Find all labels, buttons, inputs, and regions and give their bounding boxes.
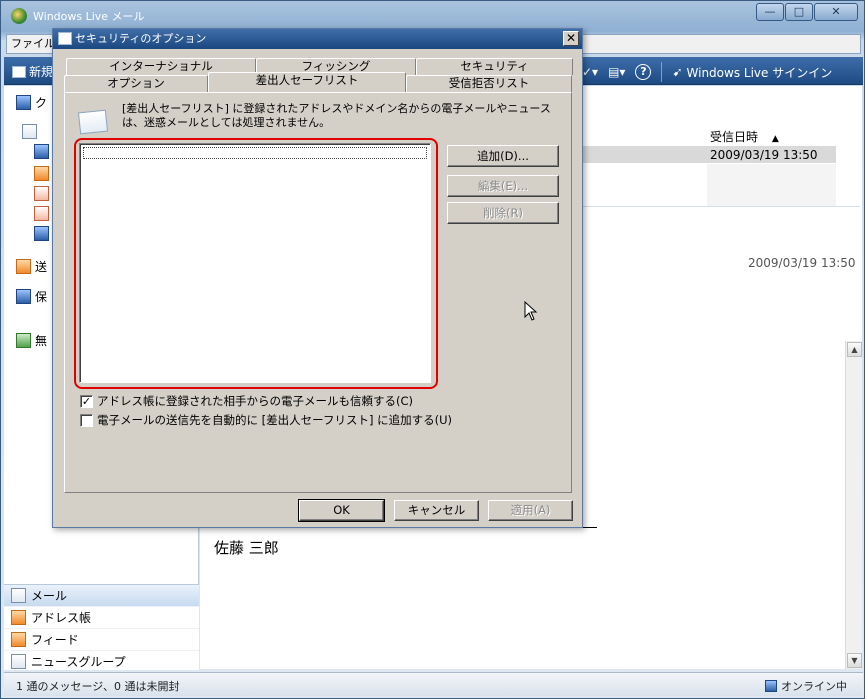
message-date: 2009/03/19 13:50 [710, 148, 818, 162]
preview-date: 2009/03/19 13:50 [748, 256, 856, 270]
menu-icon[interactable]: ▤▾ [608, 65, 625, 79]
status-online-label: オンライン中 [781, 680, 847, 693]
date-column-bg [707, 164, 836, 206]
date-column-header[interactable]: 受信日時 ▲ [710, 128, 779, 145]
account-row[interactable] [22, 124, 37, 139]
edit-button[interactable]: 編集(E)... [447, 175, 559, 197]
drafts-icon [34, 166, 49, 181]
envelope-icon [77, 109, 109, 135]
signin-button[interactable]: ➹ Windows Live サインイン [672, 64, 832, 81]
security-options-dialog: セキュリティのオプション ✕ インターナショナル フィッシング セキュリティ オ… [52, 28, 583, 528]
trust-contacts-checkbox[interactable]: ✓ [80, 394, 93, 408]
signin-icon: ➹ [672, 65, 683, 79]
add-icon [16, 333, 31, 348]
apply-button[interactable]: 適用(A) [488, 500, 573, 521]
computer-icon [16, 289, 31, 304]
dialog-close-button[interactable]: ✕ [563, 31, 579, 46]
mail-icon [11, 588, 26, 603]
safe-senders-list[interactable] [79, 143, 431, 383]
delete-button[interactable]: 削除(R) [447, 202, 559, 224]
scroll-down-icon[interactable]: ▼ [847, 653, 862, 668]
sort-arrow-icon: ▲ [771, 134, 779, 144]
auto-add-checkbox[interactable] [80, 413, 93, 427]
window-close-button[interactable]: ✕ [814, 3, 858, 21]
window-title: Windows Live メール [33, 10, 145, 23]
account-icon [22, 124, 37, 139]
rss-icon [11, 632, 26, 647]
outbox-icon [16, 259, 31, 274]
mouse-cursor-icon [524, 301, 538, 321]
safe-senders-panel: [差出人セーフリスト] に登録されたアドレスやドメイン名からの電子メールやニュー… [64, 92, 572, 493]
auto-add-row[interactable]: 電子メールの送信先を自動的に [差出人セーフリスト] に追加する(U) [80, 412, 452, 428]
cancel-button[interactable]: キャンセル [394, 500, 479, 521]
new-button[interactable]: 新規 [12, 63, 53, 80]
pencil-icon[interactable]: ✓▾ [582, 65, 598, 79]
date-header-label: 受信日時 [710, 130, 759, 144]
quick-views[interactable]: ク [16, 94, 47, 111]
nav-feeds[interactable]: フィード [4, 629, 199, 651]
tab-options[interactable]: オプション [64, 75, 208, 92]
junk-icon [34, 206, 49, 221]
new-mail-icon [12, 65, 26, 78]
preview-body-name: 佐藤 三郎 [214, 539, 279, 557]
nav-feeds-label: フィード [31, 633, 79, 647]
list-focus-row[interactable] [83, 147, 427, 159]
windows-logo-icon [11, 8, 27, 24]
toolbar-divider [661, 62, 663, 82]
scroll-up-icon[interactable]: ▲ [847, 342, 862, 357]
nav-contacts[interactable]: アドレス帳 [4, 607, 199, 629]
status-message-count: 1 通のメッセージ、0 通は未開封 [16, 680, 180, 693]
newsgroup-icon [11, 654, 26, 669]
add-account-label: 無 [35, 334, 48, 348]
nav-newsgroups[interactable]: ニュースグループ [4, 651, 199, 673]
window-titlebar: Windows Live メール [11, 7, 145, 25]
address-book-icon [11, 610, 26, 625]
safe-senders-description: [差出人セーフリスト] に登録されたアドレスやドメイン名からの電子メールやニュー… [122, 102, 551, 129]
new-button-label: 新規 [29, 65, 54, 79]
tab-blocked-senders[interactable]: 受信拒否リスト [406, 75, 572, 92]
quick-views-icon [16, 95, 31, 110]
sent-icon [34, 186, 49, 201]
signin-label: Windows Live サインイン [686, 65, 833, 80]
storage-label: 保 [35, 290, 48, 304]
trash-icon [34, 226, 49, 241]
bottom-nav: メール アドレス帳 フィード ニュースグループ [4, 584, 199, 673]
nav-mail[interactable]: メール [4, 585, 199, 607]
tab-security[interactable]: セキュリティ [416, 58, 573, 75]
caption-buttons: — □ ✕ [756, 3, 858, 21]
maximize-button[interactable]: □ [785, 3, 813, 21]
folder-inbox[interactable] [34, 144, 49, 159]
add-button[interactable]: 追加(D)... [447, 145, 559, 167]
status-bar: 1 通のメッセージ、0 通は未開封 オンライン中 [4, 672, 863, 696]
online-icon [765, 680, 777, 692]
trust-contacts-label: アドレス帳に登録された相手からの電子メールも信頼する(C) [97, 394, 413, 408]
folder-drafts[interactable] [34, 166, 49, 181]
inbox-icon [34, 144, 49, 159]
preview-scrollbar[interactable]: ▲ ▼ [845, 341, 862, 669]
help-icon[interactable]: ? [635, 64, 652, 80]
folder-deleted[interactable] [34, 226, 49, 241]
outbox-folder[interactable]: 送 [16, 258, 47, 275]
nav-mail-label: メール [31, 589, 68, 603]
preview-rule [581, 527, 597, 528]
auto-add-label: 電子メールの送信先を自動的に [差出人セーフリスト] に追加する(U) [97, 413, 452, 427]
tab-safe-senders[interactable]: 差出人セーフリスト [208, 72, 406, 92]
quick-views-label: ク [35, 96, 48, 110]
add-account[interactable]: 無 [16, 332, 47, 349]
nav-contacts-label: アドレス帳 [31, 611, 92, 625]
ok-button[interactable]: OK [298, 499, 385, 522]
trust-contacts-row[interactable]: ✓ アドレス帳に登録された相手からの電子メールも信頼する(C) [80, 393, 413, 409]
toolbar-right: ✓▾ ▤▾ ? ➹ Windows Live サインイン [582, 62, 832, 82]
outbox-label: 送 [35, 260, 48, 274]
folder-sent[interactable] [34, 186, 49, 201]
folder-junk[interactable] [34, 206, 49, 221]
dialog-icon [58, 32, 72, 45]
status-online: オンライン中 [765, 678, 847, 694]
storage-folder[interactable]: 保 [16, 288, 47, 305]
minimize-button[interactable]: — [756, 3, 784, 21]
nav-newsgroups-label: ニュースグループ [31, 655, 126, 669]
dialog-title: セキュリティのオプション [75, 32, 207, 45]
dialog-titlebar: セキュリティのオプション ✕ [53, 29, 582, 49]
